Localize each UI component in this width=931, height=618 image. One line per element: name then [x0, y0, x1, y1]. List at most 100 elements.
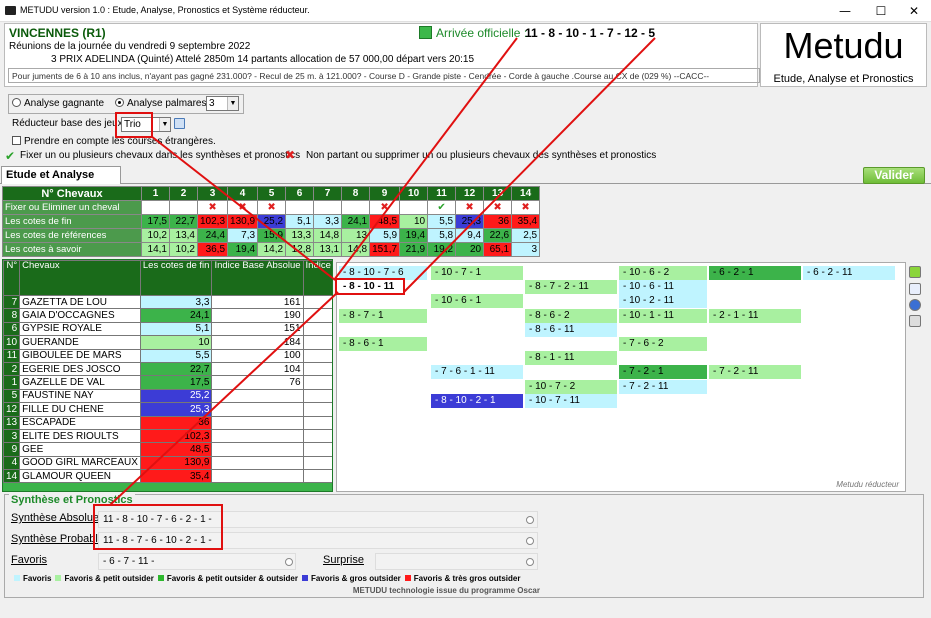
- help-icon[interactable]: [909, 299, 921, 311]
- horse-grid: N° Chevaux 1 2 3 4 5 6 7 8 9 10 11 12 13 14 Fixer ou El…: [2, 186, 541, 257]
- add-icon[interactable]: [909, 283, 921, 295]
- combination-item[interactable]: - 8 - 7 - 2 - 11: [525, 280, 617, 295]
- horse-name: GOOD GIRL MARCEAUX: [19, 455, 141, 471]
- combination-item[interactable]: - 7 - 6 - 1 - 11: [431, 365, 523, 380]
- combination-item[interactable]: - 8 - 1 - 11: [525, 351, 617, 366]
- combination-item[interactable]: - 8 - 10 - 2 - 1: [431, 393, 523, 408]
- eliminate-cross-icon[interactable]: ✖: [455, 200, 485, 215]
- grid-horse-number[interactable]: 10: [399, 186, 429, 201]
- valider-button[interactable]: Valider: [863, 167, 925, 184]
- table-row[interactable]: 6 GYPSIE ROYALE 5,1 151 1060: [3, 321, 332, 337]
- combination-item[interactable]: - 7 - 2 - 1: [619, 365, 707, 380]
- indice-absolue: [211, 402, 304, 417]
- grid-cell: 151,7: [369, 242, 401, 257]
- combination-item[interactable]: - 10 - 6 - 2: [619, 266, 707, 280]
- grid-horse-number[interactable]: 3: [196, 186, 229, 201]
- checkbox-courses-etrangeres[interactable]: Prendre en compte les courses étrangères…: [12, 136, 216, 147]
- combination-item[interactable]: - 8 - 10 - 7 - 6: [339, 266, 427, 280]
- grid-cell: 20: [455, 242, 485, 257]
- maximize-button[interactable]: ☐: [864, 0, 898, 22]
- synthese-absolue-radio[interactable]: [526, 516, 534, 524]
- grid-cell: 130,9: [227, 214, 259, 229]
- combination-item[interactable]: - 10 - 6 - 1: [431, 294, 523, 309]
- table-row[interactable]: 12 FILLE DU CHENE 25,3: [3, 402, 332, 417]
- grid-horse-number[interactable]: 12: [455, 186, 485, 201]
- green-square-icon[interactable]: [909, 266, 921, 278]
- grid-horse-number[interactable]: 14: [511, 186, 541, 201]
- combination-item[interactable]: - 6 - 2 - 11: [803, 266, 895, 280]
- combination-item[interactable]: - 7 - 2 - 11: [619, 379, 707, 394]
- minimize-button[interactable]: —: [828, 0, 862, 22]
- table-row[interactable]: 2 EGERIE DES JOSCO 22,7 104 723: [3, 361, 332, 377]
- combination-item[interactable]: - 7 - 2 - 11: [709, 365, 801, 380]
- combination-item[interactable]: - 10 - 7 - 1: [431, 266, 523, 280]
- eliminate-cross-icon[interactable]: ✖: [196, 200, 229, 215]
- grid-horse-number[interactable]: 7: [313, 186, 343, 201]
- grid-horse-number[interactable]: 2: [169, 186, 198, 201]
- grid-cell[interactable]: [399, 200, 429, 215]
- combination-item[interactable]: - 10 - 7 - 11: [525, 393, 617, 408]
- horse-cote: 25,3: [139, 402, 213, 417]
- grid-cell[interactable]: [285, 200, 315, 215]
- grid-horse-number[interactable]: 9: [369, 186, 401, 201]
- table-row[interactable]: 13 ESCAPADE 36: [3, 415, 332, 430]
- eliminate-cross-icon[interactable]: ✖: [483, 200, 513, 215]
- table-row[interactable]: 9 GEE 48,5: [3, 442, 332, 457]
- grid-cell[interactable]: [169, 200, 198, 215]
- legend-swatch: [157, 575, 164, 581]
- table-row[interactable]: 5 FAUSTINE NAY 25,2: [3, 388, 332, 404]
- grid-horse-number[interactable]: 8: [341, 186, 371, 201]
- table-row[interactable]: 3 ELITE DES RIOULTS 102,3: [3, 428, 332, 444]
- horse-name: ELITE DES RIOULTS: [19, 428, 141, 444]
- combination-item[interactable]: - 10 - 1 - 11: [619, 308, 707, 323]
- reducteur-select[interactable]: Trio ▼: [121, 117, 171, 132]
- grid-horse-number[interactable]: 11: [427, 186, 457, 201]
- combination-item[interactable]: - 8 - 6 - 1: [339, 337, 427, 351]
- table-row[interactable]: 8 GAIA D'OCCAGNES 24,1 190 1069: [3, 308, 332, 323]
- eliminate-cross-icon[interactable]: ✖: [227, 200, 259, 215]
- combination-item[interactable]: - 6 - 2 - 1: [709, 266, 801, 280]
- horse-number: 8: [3, 308, 21, 323]
- copy-icon[interactable]: [174, 118, 185, 129]
- horse-number: 4: [3, 455, 21, 471]
- grid-horse-number[interactable]: 1: [141, 186, 170, 201]
- grid-horse-number[interactable]: 5: [257, 186, 287, 201]
- favoris-radio[interactable]: [285, 558, 293, 566]
- combination-item[interactable]: - 8 - 10 - 11: [339, 280, 427, 295]
- radio-analyse-gagnante[interactable]: Analyse gagnante: [12, 98, 104, 109]
- combination-item[interactable]: - 10 - 7 - 2: [525, 379, 617, 394]
- synthese-probable-radio[interactable]: [526, 537, 534, 545]
- fix-check-icon[interactable]: ✔: [427, 200, 457, 215]
- grid-horse-number[interactable]: 4: [227, 186, 259, 201]
- combination-item[interactable]: - 7 - 6 - 2: [619, 337, 707, 351]
- combination-item[interactable]: - 8 - 7 - 1: [339, 308, 427, 323]
- table-row[interactable]: 10 GUERANDE 10 184 893: [3, 335, 332, 350]
- surprise-radio[interactable]: [526, 558, 534, 566]
- indice-probable: [302, 455, 332, 471]
- grid-cell[interactable]: [141, 200, 170, 215]
- table-row[interactable]: 7 GAZETTA DE LOU 3,3 161 1069: [3, 294, 332, 310]
- close-button[interactable]: ✕: [897, 0, 931, 22]
- tab-etude-analyse[interactable]: Etude et Analyse: [1, 166, 121, 184]
- grid-horse-number[interactable]: 13: [483, 186, 513, 201]
- combination-item[interactable]: - 2 - 1 - 11: [709, 308, 801, 323]
- eliminate-cross-icon[interactable]: ✖: [511, 200, 541, 215]
- grid-cell[interactable]: [341, 200, 371, 215]
- grid-horse-number[interactable]: 6: [285, 186, 315, 201]
- eliminate-cross-icon[interactable]: ✖: [369, 200, 401, 215]
- combination-item[interactable]: - 8 - 6 - 11: [525, 322, 617, 337]
- indice-probable: 723: [302, 361, 332, 377]
- print-icon[interactable]: [909, 315, 921, 327]
- combination-item[interactable]: - 8 - 6 - 2: [525, 308, 617, 323]
- combination-item[interactable]: - 10 - 6 - 11: [619, 280, 707, 295]
- grid-cell[interactable]: [313, 200, 343, 215]
- table-row[interactable]: 4 GOOD GIRL MARCEAUX 130,9: [3, 455, 332, 471]
- eliminate-cross-icon[interactable]: ✖: [257, 200, 287, 215]
- table-row[interactable]: 14 GLAMOUR QUEEN 35,4: [3, 469, 332, 484]
- table-row[interactable]: 1 GAZELLE DE VAL 17,5 76 569: [3, 375, 332, 390]
- table-row[interactable]: 11 GIBOULEE DE MARS 5,5 100 804: [3, 348, 332, 363]
- radio-analyse-palmares[interactable]: Analyse palmares: [115, 98, 206, 109]
- palmares-select[interactable]: 3 ▼: [206, 96, 239, 111]
- grid-cell: 24,1: [341, 214, 371, 229]
- combination-item[interactable]: - 10 - 2 - 11: [619, 294, 707, 309]
